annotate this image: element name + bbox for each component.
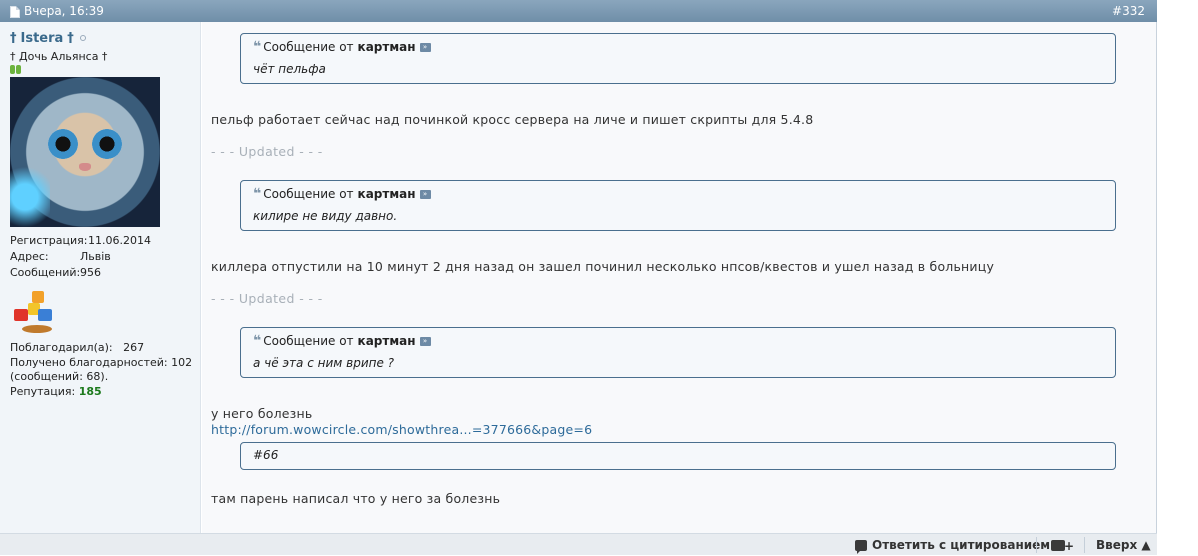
reputation-label: Репутация:: [10, 385, 76, 398]
back-to-top-label: Вверх ▲: [1096, 538, 1151, 552]
user-title: † Дочь Альянса †: [10, 50, 108, 63]
username[interactable]: † Istera †: [10, 30, 200, 46]
reply-with-quote-label: Ответить с цитированием: [872, 538, 1051, 552]
forum-post: Вчера, 16:39 #332 † Istera † † Дочь Алья…: [0, 0, 1157, 556]
quote-prefix: Сообщение от: [263, 187, 354, 201]
post-content: ❝ Сообщение от картман » чёт пельфа пель…: [202, 22, 1156, 533]
post-number-link[interactable]: #332: [1112, 0, 1145, 22]
received-thanks-line2: (сообщений: 68).: [10, 370, 109, 383]
post-date: Вчера, 16:39: [10, 0, 104, 22]
post-text: киллера отпустили на 10 минут 2 дня наза…: [211, 259, 995, 274]
multi-quote-button[interactable]: [1051, 534, 1074, 556]
quote-block: ❝ Сообщение от картман » а чё эта с ним …: [240, 327, 1116, 378]
user-info-panel: † Istera † † Дочь Альянса † Регистрация:…: [0, 22, 201, 533]
quote-author: картман: [357, 334, 416, 348]
stat-label: Сообщений:: [10, 266, 81, 279]
quote-author: картман: [357, 187, 416, 201]
username-text[interactable]: Istera: [21, 31, 64, 46]
post-header: Вчера, 16:39 #332: [0, 0, 1157, 22]
quote-text: #66: [253, 448, 279, 462]
thanks-stats: Поблагодарил(а): 267 Получено благодарно…: [10, 341, 200, 399]
stat-value: Львів: [80, 250, 111, 263]
reply-quote-icon: [855, 539, 867, 554]
quote-prefix: Сообщение от: [263, 334, 354, 348]
award-puzzle-icon[interactable]: [10, 289, 62, 337]
quote-icon: ❝: [253, 39, 261, 55]
quote-text: а чё эта с ним врипе ?: [253, 356, 395, 370]
received-thanks-line1: Получено благодарностей: 102: [10, 356, 193, 369]
updated-separator: - - - Updated - - -: [211, 291, 323, 306]
post-text: там парень написал что у него за болезнь: [211, 491, 501, 506]
quote-block: ❝ Сообщение от картман » чёт пельфа: [240, 33, 1116, 84]
document-icon: [10, 6, 20, 18]
divider: [1036, 537, 1037, 553]
view-post-icon[interactable]: »: [419, 42, 431, 52]
divider: [1084, 537, 1085, 553]
quote-text: чёт пельфа: [253, 62, 326, 76]
quote-header: ❝ Сообщение от картман »: [253, 333, 1103, 349]
quote-header: ❝ Сообщение от картман »: [253, 186, 1103, 202]
thanked-value: 267: [123, 341, 145, 354]
username-suffix: †: [67, 30, 74, 46]
quote-header: ❝ Сообщение от картман »: [253, 39, 1103, 55]
offline-status-icon: [79, 35, 86, 41]
thread-link[interactable]: http://forum.wowcircle.com/showthrea...=…: [211, 422, 592, 437]
post-text: у него болезнь: [211, 406, 313, 421]
quote-prefix: Сообщение от: [263, 40, 354, 54]
thanked-label: Поблагодарил(а):: [10, 341, 113, 354]
view-post-icon[interactable]: »: [419, 189, 431, 199]
post-text: пельф работает сейчас над починкой кросс…: [211, 112, 814, 127]
quote-author: картман: [357, 40, 416, 54]
stat-label: Адрес:: [10, 250, 49, 263]
reply-with-quote-button[interactable]: Ответить с цитированием: [855, 534, 1050, 556]
stat-value: 11.06.2014: [88, 234, 151, 247]
quote-icon: ❝: [253, 186, 261, 202]
quote-block: ❝ Сообщение от картман » килире не виду …: [240, 180, 1116, 231]
stat-label: Регистрация:: [10, 234, 88, 247]
stat-value: 956: [80, 266, 101, 279]
post-footer: Ответить с цитированием Вверх ▲: [0, 533, 1157, 556]
quote-block: #66: [240, 442, 1116, 470]
post-date-text: Вчера, 16:39: [24, 4, 104, 18]
reputation-value: 185: [78, 385, 102, 398]
updated-separator: - - - Updated - - -: [211, 144, 323, 159]
avatar[interactable]: [10, 77, 160, 227]
user-stats: Регистрация: 11.06.2014 Адрес: Львів Сообщ…: [10, 233, 200, 281]
back-to-top-button[interactable]: Вверх ▲: [1096, 534, 1151, 556]
rank-icon: [10, 65, 200, 75]
username-prefix: †: [10, 30, 17, 46]
view-post-icon[interactable]: »: [419, 336, 431, 346]
multi-quote-icon: [1051, 536, 1074, 556]
quote-text: килире не виду давно.: [253, 209, 398, 223]
quote-icon: ❝: [253, 333, 261, 349]
